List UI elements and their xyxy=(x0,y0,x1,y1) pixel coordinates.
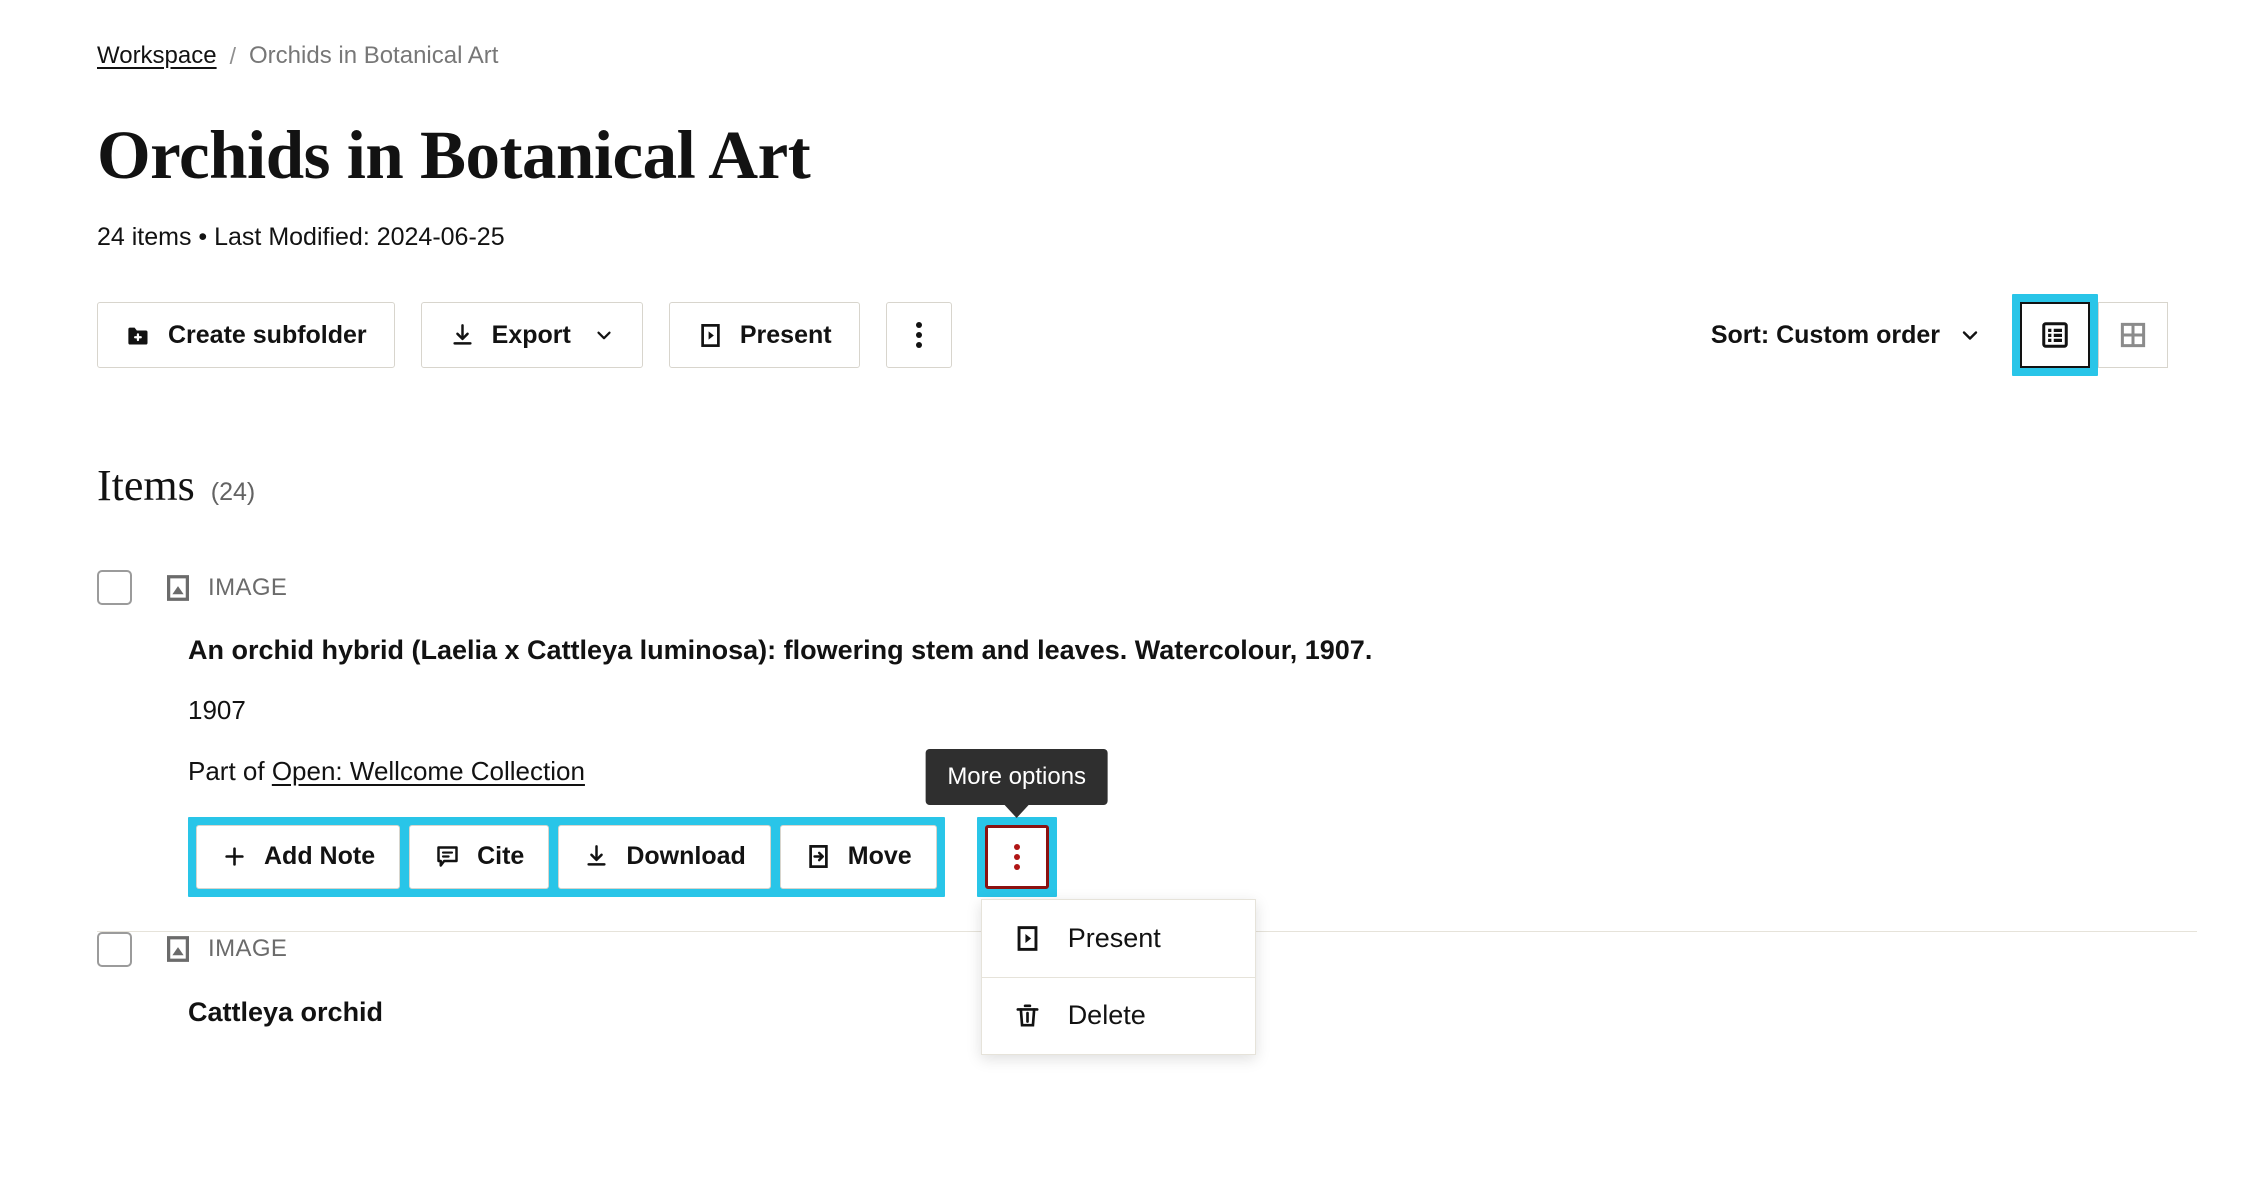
view-toggle-group xyxy=(2012,294,2168,377)
item-part-of-prefix: Part of xyxy=(188,755,272,786)
quote-icon xyxy=(434,843,461,870)
list-view-highlight xyxy=(2012,294,2098,377)
export-button[interactable]: Export xyxy=(420,302,643,369)
more-options-dropdown: Present Delete xyxy=(980,898,1256,1055)
present-icon xyxy=(1013,924,1042,953)
trash-icon xyxy=(1013,1001,1042,1030)
chevron-down-icon xyxy=(1958,323,1982,347)
add-note-label: Add Note xyxy=(264,842,376,871)
item-select-checkbox[interactable] xyxy=(97,570,132,606)
export-label: Export xyxy=(491,320,571,349)
image-icon xyxy=(163,934,193,964)
list-item: IMAGE An orchid hybrid (Laelia x Cattley… xyxy=(97,570,2168,1055)
toolbar-view-group: Sort: Custom order xyxy=(1711,294,2168,377)
present-label: Present xyxy=(739,320,832,349)
items-section-heading: Items (24) xyxy=(97,464,2168,508)
cite-button[interactable]: Cite xyxy=(409,824,550,889)
item-title[interactable]: An orchid hybrid (Laelia x Cattleya lumi… xyxy=(188,633,2168,668)
list-view-icon xyxy=(2040,320,2070,350)
item-type-badge: IMAGE xyxy=(163,573,287,603)
item-list: IMAGE An orchid hybrid (Laelia x Cattley… xyxy=(97,570,2197,1063)
item-date: 1907 xyxy=(188,694,246,725)
item-body: An orchid hybrid (Laelia x Cattleya lumi… xyxy=(188,633,2168,1055)
item-actions-highlight: Add Note Cite Download Move xyxy=(188,816,945,897)
item-type-label: IMAGE xyxy=(208,935,288,963)
folder-more-options-button[interactable] xyxy=(885,302,952,369)
page-meta: 24 items • Last Modified: 2024-06-25 xyxy=(97,223,505,252)
download-icon xyxy=(583,843,610,870)
cite-label: Cite xyxy=(477,842,525,871)
grid-view-button[interactable] xyxy=(2098,302,2168,369)
grid-view-icon xyxy=(2118,320,2148,350)
kebab-menu-icon xyxy=(915,320,923,350)
item-header: IMAGE xyxy=(97,570,2168,606)
item-select-checkbox[interactable] xyxy=(97,931,132,967)
create-subfolder-button[interactable]: Create subfolder xyxy=(97,302,395,369)
create-subfolder-label: Create subfolder xyxy=(168,320,367,349)
download-label: Download xyxy=(626,842,746,871)
download-button[interactable]: Download xyxy=(558,824,771,889)
move-icon xyxy=(805,843,832,870)
chevron-down-icon xyxy=(593,324,615,346)
folder-toolbar: Create subfolder Export Present Sort: Cu… xyxy=(97,294,2168,377)
more-options-tooltip: More options xyxy=(925,748,1109,805)
menu-item-present[interactable]: Present xyxy=(982,900,1255,977)
present-icon xyxy=(697,322,724,349)
item-part-of: Part of Open: Wellcome Collection xyxy=(188,756,2168,787)
kebab-menu-icon xyxy=(1013,842,1021,872)
toolbar-actions-group: Create subfolder Export Present xyxy=(97,302,952,369)
sort-dropdown[interactable]: Sort: Custom order xyxy=(1711,321,1982,350)
menu-item-delete[interactable]: Delete xyxy=(981,976,1255,1054)
add-note-button[interactable]: Add Note xyxy=(196,824,401,889)
breadcrumb-current: Orchids in Botanical Art xyxy=(249,42,499,69)
list-view-button[interactable] xyxy=(2020,302,2090,369)
plus-icon xyxy=(221,843,248,870)
item-more-options-button[interactable] xyxy=(984,824,1049,889)
menu-item-delete-label: Delete xyxy=(1067,1000,1146,1031)
move-label: Move xyxy=(847,842,912,871)
breadcrumb: Workspace / Orchids in Botanical Art xyxy=(97,0,2168,68)
page-title: Orchids in Botanical Art xyxy=(97,117,811,193)
folder-detail-page: Workspace / Orchids in Botanical Art Orc… xyxy=(0,0,2265,1178)
items-heading-label: Items xyxy=(97,461,195,511)
item-action-bar: Add Note Cite Download Move More options… xyxy=(188,748,2168,1055)
item-type-badge: IMAGE xyxy=(163,934,287,964)
folder-plus-icon xyxy=(125,322,152,349)
breadcrumb-link-workspace[interactable]: Workspace xyxy=(97,44,217,68)
move-button[interactable]: Move xyxy=(779,824,937,889)
item-type-label: IMAGE xyxy=(208,573,288,601)
download-icon xyxy=(449,322,476,349)
present-button[interactable]: Present xyxy=(668,302,860,369)
breadcrumb-separator: / xyxy=(229,42,236,69)
sort-label: Sort: Custom order xyxy=(1710,320,1940,349)
image-icon xyxy=(163,573,193,603)
item-part-of-link[interactable]: Open: Wellcome Collection xyxy=(272,756,585,786)
item-more-options-highlight: More options Present Delete xyxy=(925,748,1256,1055)
items-count: (24) xyxy=(210,478,256,507)
menu-item-present-label: Present xyxy=(1067,922,1161,953)
